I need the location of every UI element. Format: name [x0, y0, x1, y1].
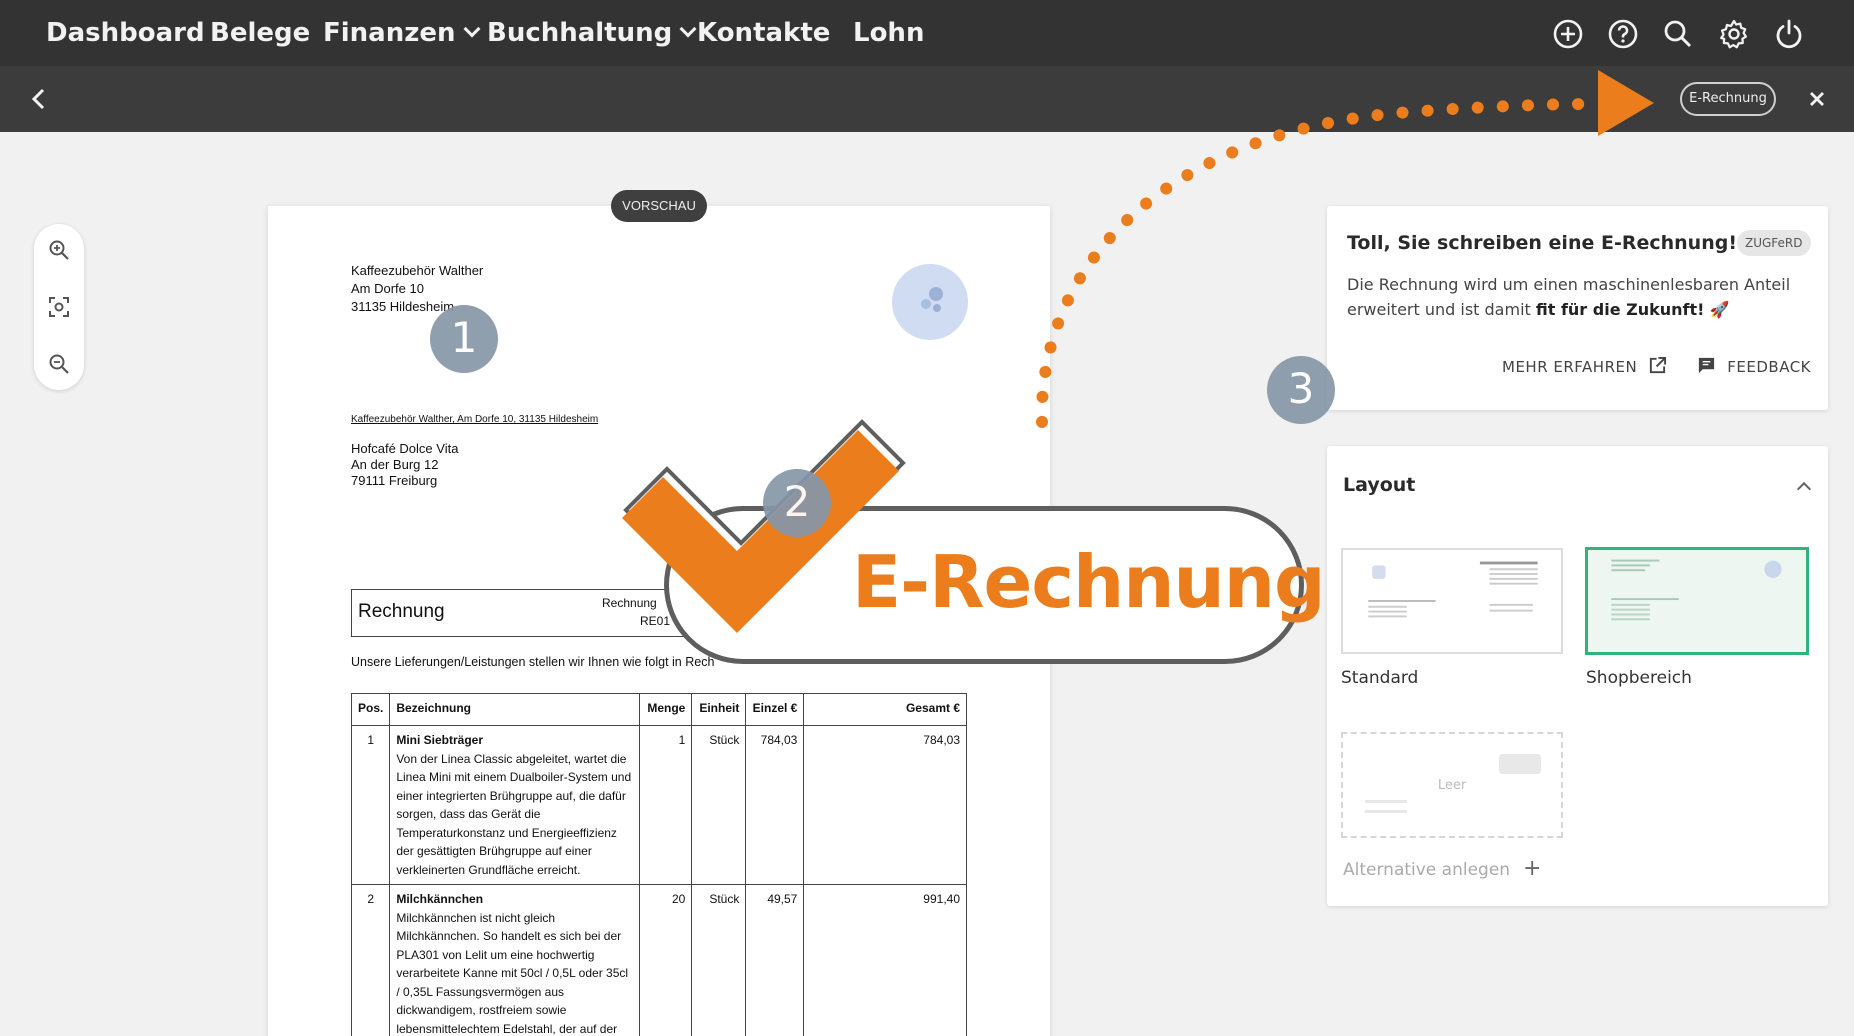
checkmark-icon	[622, 430, 899, 633]
checkmark-overlay	[622, 419, 906, 633]
step-marker-2: 2	[763, 469, 831, 537]
step-marker-1: 1	[430, 305, 498, 373]
step-marker-3: 3	[1267, 356, 1335, 424]
